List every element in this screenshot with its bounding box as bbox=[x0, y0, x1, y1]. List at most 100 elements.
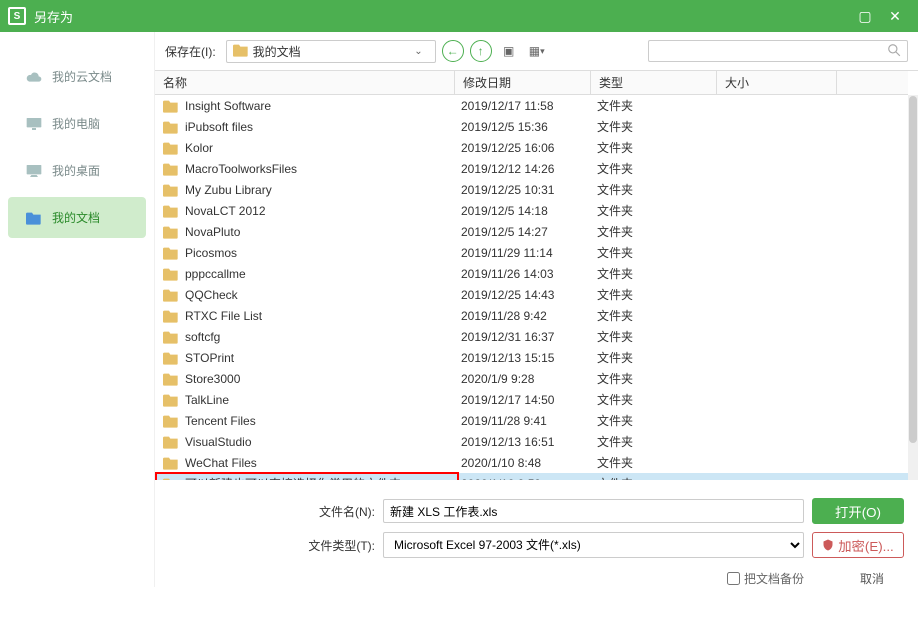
file-row[interactable]: 可以新建也可以直接选择你常用的文件夹 2020/1/10 9:59 文件夹 bbox=[155, 473, 908, 480]
file-date: 2019/12/5 15:36 bbox=[461, 120, 597, 134]
search-icon bbox=[887, 43, 901, 60]
file-row[interactable]: My Zubu Library 2019/12/25 10:31 文件夹 bbox=[155, 179, 908, 200]
file-name: Picosmos bbox=[185, 246, 461, 260]
file-row[interactable]: MacroToolworksFiles 2019/12/12 14:26 文件夹 bbox=[155, 158, 908, 179]
folder-icon bbox=[163, 267, 179, 281]
desktop-icon bbox=[26, 164, 42, 178]
file-row[interactable]: iPubsoft files 2019/12/5 15:36 文件夹 bbox=[155, 116, 908, 137]
file-date: 2019/12/12 14:26 bbox=[461, 162, 597, 176]
search-box[interactable] bbox=[648, 40, 908, 62]
file-row[interactable]: pppccallme 2019/11/26 14:03 文件夹 bbox=[155, 263, 908, 284]
column-name[interactable]: 名称 bbox=[155, 71, 455, 94]
save-in-label: 保存在(I): bbox=[165, 43, 216, 60]
sidebar-item-label: 我的电脑 bbox=[52, 115, 100, 132]
new-folder-button[interactable]: ▣ bbox=[498, 42, 520, 60]
file-type: 文件夹 bbox=[597, 370, 723, 387]
file-date: 2019/12/5 14:18 bbox=[461, 204, 597, 218]
file-type: 文件夹 bbox=[597, 391, 723, 408]
up-button[interactable]: ↑ bbox=[470, 40, 492, 62]
filetype-label: 文件类型(T): bbox=[305, 537, 375, 554]
view-button[interactable]: ▦ ▾ bbox=[526, 42, 548, 60]
file-type: 文件夹 bbox=[597, 328, 723, 345]
file-name: WeChat Files bbox=[185, 456, 461, 470]
toolbar: 保存在(I): 我的文档 ⌄ ← ↑ ▣ ▦ ▾ bbox=[155, 32, 918, 64]
location-dropdown[interactable]: 我的文档 ⌄ bbox=[226, 40, 436, 63]
folder-icon bbox=[163, 183, 179, 197]
file-name: Tencent Files bbox=[185, 414, 461, 428]
sidebar-item-documents[interactable]: 我的文档 bbox=[8, 197, 146, 238]
folder-icon bbox=[163, 162, 179, 176]
file-name: NovaLCT 2012 bbox=[185, 204, 461, 218]
file-name: My Zubu Library bbox=[185, 183, 461, 197]
folder-icon bbox=[163, 435, 179, 449]
file-row[interactable]: softcfg 2019/12/31 16:37 文件夹 bbox=[155, 326, 908, 347]
scrollbar[interactable] bbox=[908, 95, 918, 480]
file-row[interactable]: WeChat Files 2020/1/10 8:48 文件夹 bbox=[155, 452, 908, 473]
backup-checkbox-input[interactable] bbox=[727, 572, 740, 585]
sidebar-item-computer[interactable]: 我的电脑 bbox=[8, 103, 146, 144]
filename-label: 文件名(N): bbox=[305, 503, 375, 520]
sidebar-item-label: 我的桌面 bbox=[52, 162, 100, 179]
file-row[interactable]: Picosmos 2019/11/29 11:14 文件夹 bbox=[155, 242, 908, 263]
file-type: 文件夹 bbox=[597, 244, 723, 261]
search-input[interactable] bbox=[655, 44, 887, 58]
column-type[interactable]: 类型 bbox=[591, 71, 717, 94]
file-row[interactable]: Kolor 2019/12/25 16:06 文件夹 bbox=[155, 137, 908, 158]
file-type: 文件夹 bbox=[597, 118, 723, 135]
file-row[interactable]: STOPrint 2019/12/13 15:15 文件夹 bbox=[155, 347, 908, 368]
shield-icon bbox=[822, 539, 834, 551]
back-button[interactable]: ← bbox=[442, 40, 464, 62]
file-row[interactable]: NovaLCT 2012 2019/12/5 14:18 文件夹 bbox=[155, 200, 908, 221]
file-name: VisualStudio bbox=[185, 435, 461, 449]
folder-icon bbox=[163, 99, 179, 113]
file-type: 文件夹 bbox=[597, 160, 723, 177]
file-name: STOPrint bbox=[185, 351, 461, 365]
close-button[interactable]: ✕ bbox=[880, 8, 910, 25]
filename-input[interactable] bbox=[383, 499, 804, 523]
file-row[interactable]: Store3000 2020/1/9 9:28 文件夹 bbox=[155, 368, 908, 389]
cancel-button[interactable]: 取消 bbox=[860, 570, 884, 587]
file-row[interactable]: NovaPluto 2019/12/5 14:27 文件夹 bbox=[155, 221, 908, 242]
file-date: 2020/1/10 9:59 bbox=[461, 477, 597, 481]
file-date: 2019/11/28 9:41 bbox=[461, 414, 597, 428]
encrypt-button[interactable]: 加密(E)... bbox=[812, 532, 904, 558]
backup-checkbox[interactable]: 把文档备份 bbox=[727, 570, 804, 587]
file-type: 文件夹 bbox=[597, 433, 723, 450]
file-date: 2019/11/29 11:14 bbox=[461, 246, 597, 260]
column-date[interactable]: 修改日期 bbox=[455, 71, 591, 94]
file-row[interactable]: TalkLine 2019/12/17 14:50 文件夹 bbox=[155, 389, 908, 410]
file-type: 文件夹 bbox=[597, 412, 723, 429]
file-row[interactable]: QQCheck 2019/12/25 14:43 文件夹 bbox=[155, 284, 908, 305]
file-row[interactable]: VisualStudio 2019/12/13 16:51 文件夹 bbox=[155, 431, 908, 452]
file-type: 文件夹 bbox=[597, 223, 723, 240]
folder-icon bbox=[163, 246, 179, 260]
file-date: 2019/12/31 16:37 bbox=[461, 330, 597, 344]
file-row[interactable]: Tencent Files 2019/11/28 9:41 文件夹 bbox=[155, 410, 908, 431]
file-type: 文件夹 bbox=[597, 139, 723, 156]
scrollbar-thumb[interactable] bbox=[909, 96, 917, 443]
file-row[interactable]: RTXC File List 2019/11/28 9:42 文件夹 bbox=[155, 305, 908, 326]
folder-icon bbox=[163, 120, 179, 134]
folder-icon bbox=[163, 372, 179, 386]
sidebar-item-desktop[interactable]: 我的桌面 bbox=[8, 150, 146, 191]
sidebar-item-cloud[interactable]: 我的云文档 bbox=[8, 56, 146, 97]
file-row[interactable]: Insight Software 2019/12/17 11:58 文件夹 bbox=[155, 95, 908, 116]
file-name: Kolor bbox=[185, 141, 461, 155]
maximize-button[interactable]: ▢ bbox=[850, 8, 880, 25]
file-type: 文件夹 bbox=[597, 202, 723, 219]
folder-icon bbox=[233, 43, 253, 60]
folder-icon bbox=[26, 211, 42, 225]
file-name: Insight Software bbox=[185, 99, 461, 113]
filetype-select[interactable]: Microsoft Excel 97-2003 文件(*.xls) bbox=[383, 532, 804, 558]
file-name: softcfg bbox=[185, 330, 461, 344]
folder-icon bbox=[163, 204, 179, 218]
folder-icon bbox=[163, 288, 179, 302]
sidebar-item-label: 我的文档 bbox=[52, 209, 100, 226]
file-name: NovaPluto bbox=[185, 225, 461, 239]
folder-icon bbox=[163, 330, 179, 344]
folder-icon bbox=[163, 309, 179, 323]
open-button[interactable]: 打开(O) bbox=[812, 498, 904, 524]
column-size[interactable]: 大小 bbox=[717, 71, 837, 94]
file-date: 2019/12/17 11:58 bbox=[461, 99, 597, 113]
titlebar: S 另存为 ▢ ✕ bbox=[0, 0, 918, 32]
